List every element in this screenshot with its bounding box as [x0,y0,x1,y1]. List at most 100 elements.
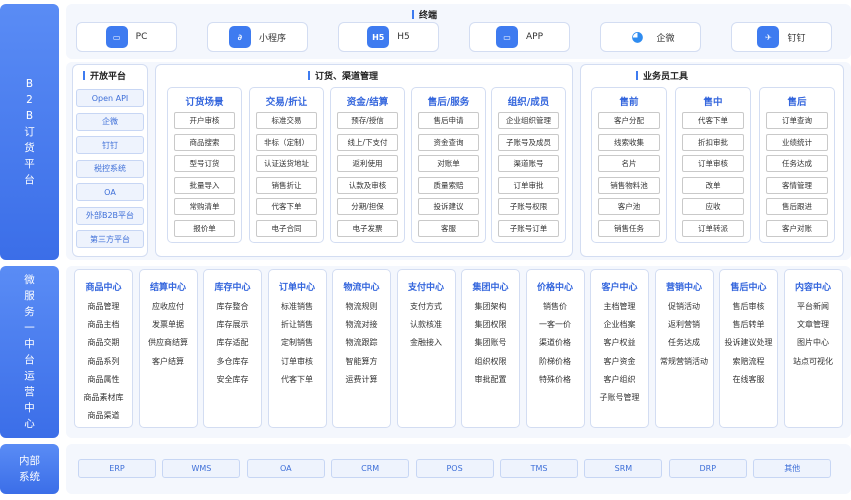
center-item[interactable]: 集团账号 [462,334,519,352]
column-item[interactable]: 客户对账 [766,219,828,237]
center-item[interactable]: 客户权益 [591,334,648,352]
center-item[interactable]: 运费计算 [333,371,390,389]
open-platform-item[interactable]: 钉钉 [76,136,144,154]
center-item[interactable]: 渠道价格 [527,334,584,352]
center-item[interactable]: 物流规则 [333,298,390,316]
center-item[interactable]: 支付方式 [398,298,455,316]
center-item[interactable]: 返利营销 [656,316,713,334]
center-item[interactable]: 商品交期 [75,334,132,352]
center-item[interactable]: 库存整合 [204,298,261,316]
center-item[interactable]: 文章管理 [785,316,842,334]
column-item[interactable]: 开户审核 [174,112,235,129]
column-item[interactable]: 名片 [598,155,660,172]
terminal-item-4[interactable]: ◕ 企微 [600,22,701,52]
column-item[interactable]: 销售任务 [598,219,660,237]
center-item[interactable]: 主档管理 [591,298,648,316]
center-item[interactable]: 智能算方 [333,353,390,371]
column-item[interactable]: 商品搜索 [174,133,235,151]
internal-system-item[interactable]: CRM [331,459,410,478]
open-platform-item[interactable]: 外部B2B平台 [76,206,144,225]
center-item[interactable]: 折让销售 [269,316,326,334]
column-item[interactable]: 报价单 [174,219,235,237]
column-item[interactable]: 代客下单 [256,198,317,215]
center-item[interactable]: 物流跟踪 [333,334,390,352]
center-item[interactable]: 投诉建议处理 [720,334,777,352]
center-item[interactable]: 售后审核 [720,298,777,316]
center-item[interactable]: 企业档案 [591,316,648,334]
center-item[interactable]: 组织权限 [462,353,519,371]
internal-system-item[interactable]: TMS [500,459,578,478]
column-item[interactable]: 常购清单 [174,198,235,215]
center-item[interactable]: 常规营销活动 [656,353,713,371]
center-item[interactable]: 售后转单 [720,316,777,334]
center-item[interactable]: 库存适配 [204,334,261,352]
open-platform-item[interactable]: 第三方平台 [76,230,144,248]
internal-system-item[interactable]: 其他 [753,459,832,478]
column-item[interactable]: 批量导入 [174,176,235,194]
column-item[interactable]: 销售物料池 [598,176,660,194]
column-item[interactable]: 认款及审核 [337,176,398,194]
center-item[interactable]: 客户资金 [591,353,648,371]
column-item[interactable]: 折扣审批 [682,133,744,151]
column-item[interactable]: 客户分配 [598,112,660,129]
center-item[interactable]: 销售价 [527,298,584,316]
column-item[interactable]: 子账号权限 [498,198,559,215]
internal-system-item[interactable]: WMS [162,459,241,478]
column-item[interactable]: 标准交易 [256,112,317,129]
center-item[interactable]: 集团架构 [462,298,519,316]
internal-system-item[interactable]: POS [415,459,494,478]
center-item[interactable]: 客户结算 [140,353,197,371]
center-item[interactable]: 商品系列 [75,353,132,371]
center-item[interactable]: 在线客服 [720,371,777,389]
center-item[interactable]: 安全库存 [204,371,261,389]
column-item[interactable]: 线索收集 [598,133,660,151]
center-item[interactable]: 订单审核 [269,353,326,371]
internal-system-item[interactable]: DRP [668,459,747,478]
column-item[interactable]: 订单审核 [682,155,744,172]
center-item[interactable]: 索赔流程 [720,353,777,371]
terminal-item-5[interactable]: ✈ 钉钉 [731,22,832,52]
center-item[interactable]: 库存展示 [204,316,261,334]
center-item[interactable]: 代客下单 [269,371,326,389]
column-item[interactable]: 资金查询 [418,133,479,151]
internal-system-item[interactable]: OA [246,459,325,478]
column-item[interactable]: 订单查询 [766,112,828,129]
center-item[interactable]: 标准销售 [269,298,326,316]
column-item[interactable]: 应收 [682,198,744,215]
terminal-item-0[interactable]: ▭ PC [76,22,177,52]
column-item[interactable]: 客服 [418,219,479,237]
column-item[interactable]: 售后跟进 [766,198,828,215]
column-item[interactable]: 认证送货地址 [256,155,317,172]
center-item[interactable]: 金融接入 [398,334,455,352]
center-item[interactable]: 商品素材库 [75,389,132,407]
internal-system-item[interactable]: SRM [584,459,663,478]
center-item[interactable]: 认款核准 [398,316,455,334]
column-item[interactable]: 订单转派 [682,219,744,237]
column-item[interactable]: 电子合同 [256,219,317,237]
column-item[interactable]: 非标（定制） [256,133,317,151]
column-item[interactable]: 返利使用 [337,155,398,172]
column-item[interactable]: 预存/授信 [337,112,398,129]
center-item[interactable]: 集团权限 [462,316,519,334]
column-item[interactable]: 客户池 [598,198,660,215]
center-item[interactable]: 图片中心 [785,334,842,352]
column-item[interactable]: 线上/下支付 [337,133,398,151]
column-item[interactable]: 销售折让 [256,176,317,194]
center-item[interactable]: 客户组织 [591,371,648,389]
column-item[interactable]: 子账号订单 [498,219,559,237]
column-item[interactable]: 客情管理 [766,176,828,194]
center-item[interactable]: 平台新闻 [785,298,842,316]
center-item[interactable]: 阶梯价格 [527,353,584,371]
column-item[interactable]: 子账号及成员 [498,133,559,151]
center-item[interactable]: 站点可视化 [785,353,842,371]
center-item[interactable]: 商品渠道 [75,407,132,425]
column-item[interactable]: 企业组织管理 [498,112,559,129]
center-item[interactable]: 促销活动 [656,298,713,316]
center-item[interactable]: 一客一价 [527,316,584,334]
center-item[interactable]: 子账号管理 [591,389,648,407]
column-item[interactable]: 代客下单 [682,112,744,129]
terminal-item-1[interactable]: ∂ 小程序 [207,22,308,52]
column-item[interactable]: 投诉建议 [418,198,479,215]
column-item[interactable]: 对账单 [418,155,479,172]
center-item[interactable]: 供应商结算 [140,334,197,352]
